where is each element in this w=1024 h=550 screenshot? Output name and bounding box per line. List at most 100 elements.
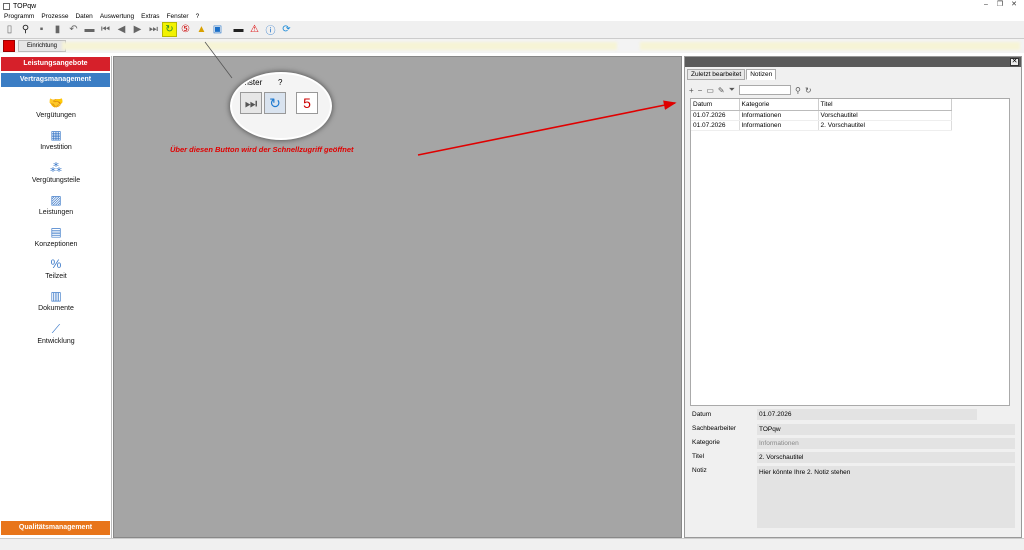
- print-icon[interactable]: ▬: [82, 22, 97, 37]
- remove-icon[interactable]: −: [698, 86, 703, 95]
- column-header[interactable]: Kategorie: [739, 99, 819, 111]
- menu-prozesse[interactable]: Prozesse: [41, 13, 68, 20]
- menu-programm[interactable]: Programm: [4, 13, 34, 20]
- menu-fenster[interactable]: Fenster: [167, 13, 189, 20]
- color-indicator[interactable]: [3, 40, 15, 52]
- nav-leistungsangebote[interactable]: Leistungsangebote: [1, 57, 110, 71]
- alert-icon[interactable]: ▲: [194, 22, 209, 37]
- table-row[interactable]: 01.07.2026 Informationen 2. Vorschautite…: [691, 120, 952, 131]
- label-sachbearbeiter: Sachbearbeiter: [692, 425, 737, 432]
- quick-access-icon: ↻: [264, 92, 286, 114]
- datum-field[interactable]: 01.07.2026: [757, 409, 977, 420]
- search-icon[interactable]: ⚲: [795, 86, 801, 95]
- sidebar-item-leistungen[interactable]: ▨ Leistungen: [0, 193, 112, 216]
- first-record-icon[interactable]: ⏮: [98, 22, 113, 37]
- sidebar-item-teilzeit[interactable]: % Teilzeit: [0, 257, 112, 280]
- tab-notizen[interactable]: Notizen: [746, 69, 777, 80]
- percent-icon: %: [50, 257, 62, 271]
- cell-titel: Vorschautitel: [818, 110, 952, 121]
- menu-daten[interactable]: Daten: [75, 13, 92, 20]
- sidebar-item-label: Vergütungen: [36, 112, 76, 119]
- search-input[interactable]: [739, 85, 792, 95]
- menu-extras[interactable]: Extras: [141, 13, 159, 20]
- window-title: TOPqw: [13, 2, 37, 10]
- sidebar-item-label: Entwicklung: [37, 338, 75, 345]
- close-button[interactable]: ✕: [1008, 1, 1020, 9]
- kategorie-select[interactable]: Informationen: [757, 438, 1015, 449]
- report-icon[interactable]: ▣: [210, 22, 225, 37]
- zoom-menu-help: ?: [278, 78, 283, 87]
- title-bar: TOPqw – ❐ ✕: [0, 0, 1024, 12]
- terminal-icon[interactable]: ▬: [231, 22, 246, 37]
- status-bar: [0, 538, 1024, 550]
- titel-field[interactable]: 2. Vorschautitel: [757, 452, 1015, 463]
- last-record-icon: ⏭: [240, 92, 262, 114]
- info-bar-blurred: [62, 42, 617, 50]
- label-datum: Datum: [692, 411, 712, 418]
- sidebar-item-entwicklung[interactable]: ⟋ Entwicklung: [0, 322, 112, 345]
- delete-icon[interactable]: ▭: [706, 86, 714, 95]
- sidebar-item-label: Dokumente: [38, 305, 74, 312]
- chart-doc-icon: ▨: [50, 193, 62, 207]
- copy-icon[interactable]: ▮: [50, 22, 65, 37]
- zoom-menu-fenster: enster: [240, 78, 263, 87]
- nav-qualitaetsmanagement[interactable]: Qualitätsmanagement: [1, 521, 110, 535]
- menu-bar: Programm Prozesse Daten Auswertung Extra…: [0, 12, 1024, 21]
- trend-icon: ⟋: [51, 322, 61, 336]
- refresh-icon[interactable]: ⟳: [279, 22, 294, 37]
- next-record-icon[interactable]: ▶: [130, 22, 145, 37]
- separator: [226, 22, 230, 37]
- refresh-icon[interactable]: ↻: [805, 86, 812, 95]
- doc-icon: ▤: [50, 225, 62, 239]
- handshake-icon: 🤝: [48, 96, 64, 110]
- last-record-icon[interactable]: ⏭: [146, 22, 161, 37]
- close-icon[interactable]: ✕: [1010, 58, 1019, 66]
- cell-kategorie: Informationen: [739, 110, 819, 121]
- document-icon: ▥: [50, 289, 62, 303]
- sidebar-item-verguetungsteile[interactable]: ⁂ Vergütungsteile: [0, 161, 112, 184]
- cell-kategorie: Informationen: [739, 120, 819, 131]
- sidebar-item-investition[interactable]: ▦ Investition: [0, 128, 112, 151]
- edit-icon[interactable]: ✎: [718, 86, 725, 95]
- sachbearbeiter-field[interactable]: TOPqw: [757, 424, 1015, 435]
- minimize-button[interactable]: –: [980, 1, 992, 9]
- info-icon[interactable]: ⓘ: [263, 22, 278, 37]
- notes-panel: ✕ Zuletzt bearbeitet Notizen + − ▭ ✎ ⏷ ⚲…: [684, 56, 1022, 538]
- sidebar-item-verguetungen[interactable]: 🤝 Vergütungen: [0, 96, 112, 119]
- sidebar-item-konzeptionen[interactable]: ▤ Konzeptionen: [0, 225, 112, 248]
- quick-access-icon[interactable]: ↻: [162, 22, 177, 37]
- toolbar: ▯ ⚲ ▪ ▮ ↶ ▬ ⏮ ◀ ▶ ⏭ ↻ ⑤ ▲ ▣ ▬ ⚠ ⓘ ⟳: [0, 21, 1024, 39]
- column-header[interactable]: Titel: [818, 99, 952, 111]
- new-icon[interactable]: ▯: [2, 22, 17, 37]
- sidebar: Leistungsangebote Vertragsmanagement 🤝 V…: [0, 56, 112, 538]
- table-row[interactable]: 01.07.2026 Informationen Vorschautitel: [691, 110, 952, 121]
- cell-datum: 01.07.2026: [691, 110, 740, 121]
- info-bar-blurred-right: [640, 42, 1020, 50]
- restore-button[interactable]: ❐: [994, 1, 1006, 9]
- menu-help[interactable]: ?: [196, 13, 200, 20]
- filter-icon[interactable]: ⏷: [729, 85, 735, 95]
- menu-auswertung[interactable]: Auswertung: [100, 13, 134, 20]
- zoom-callout: enster ? ⏭ ↻ 5: [230, 72, 332, 140]
- sidebar-item-label: Teilzeit: [45, 273, 67, 280]
- prev-record-icon[interactable]: ◀: [114, 22, 129, 37]
- save-icon[interactable]: ▪: [34, 22, 49, 37]
- label-titel: Titel: [692, 453, 705, 460]
- calendar-icon[interactable]: ⑤: [178, 22, 193, 37]
- workspace: [113, 56, 682, 538]
- sidebar-item-label: Konzeptionen: [34, 241, 78, 248]
- undo-icon[interactable]: ↶: [66, 22, 81, 37]
- sidebar-item-dokumente[interactable]: ▥ Dokumente: [0, 289, 112, 312]
- notes-table: Datum Kategorie Titel 01.07.2026 Informa…: [690, 98, 1010, 406]
- add-icon[interactable]: +: [689, 86, 694, 95]
- warning-icon[interactable]: ⚠: [247, 22, 262, 37]
- app-icon: [3, 2, 10, 10]
- annotation-text: Über diesen Button wird der Schnellzugri…: [170, 145, 354, 154]
- notiz-textarea[interactable]: Hier könnte Ihre 2. Notiz stehen: [757, 466, 1015, 528]
- sidebar-item-label: Vergütungsteile: [31, 177, 81, 184]
- column-header[interactable]: Datum: [691, 99, 740, 111]
- tab-zuletzt-bearbeitet[interactable]: Zuletzt bearbeitet: [687, 69, 746, 80]
- einrichtung-button[interactable]: Einrichtung: [18, 40, 67, 52]
- search-icon[interactable]: ⚲: [18, 22, 33, 37]
- nav-vertragsmanagement[interactable]: Vertragsmanagement: [1, 73, 110, 87]
